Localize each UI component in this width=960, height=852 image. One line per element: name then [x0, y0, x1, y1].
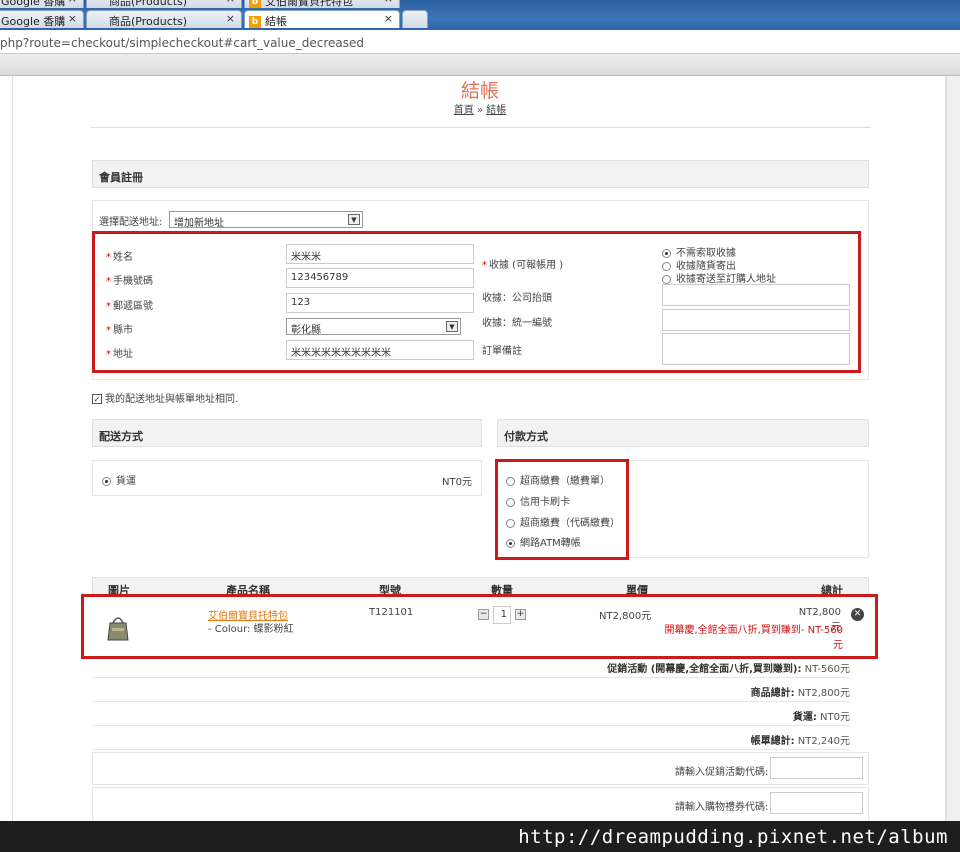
payment-option-credit-card[interactable]: 信用卡刷卡 — [506, 493, 570, 508]
phone-label: * 手機號碼 — [106, 276, 153, 287]
totals-row-discount: 促銷活動 (開幕慶,全館全面八折,買到賺到): NT-560元 — [92, 654, 850, 678]
receipt-label: * 收據 (可報帳用 ) — [482, 260, 564, 271]
discount-note: 開幕慶,全館全面八折,買到賺到- NT-560元 — [664, 625, 843, 651]
zip-label: * 郵遞區號 — [106, 301, 153, 312]
tab-label: Google 香購 — [1, 0, 66, 8]
page-content: 結帳 首頁 » 結帳 會員註冊 選擇配送地址: 增加新地址 ▼ * 姓名 米米米 … — [12, 76, 946, 821]
close-icon[interactable]: × — [384, 12, 393, 25]
same-address-checkbox[interactable]: ✓ 我的配送地址與帳單地址相同. — [92, 390, 238, 405]
decrease-qty-button[interactable]: − — [478, 609, 489, 620]
tab-label: 結帳 — [265, 15, 287, 28]
browser-tab-active[interactable]: b 結帳 × — [244, 10, 400, 28]
radio-icon[interactable] — [506, 497, 515, 507]
close-icon[interactable]: × — [226, 12, 235, 25]
checkbox-checked-icon[interactable]: ✓ — [92, 394, 102, 404]
vertical-scrollbar[interactable] — [946, 76, 960, 821]
zip-field[interactable]: 123 — [286, 293, 474, 313]
order-note-label: 訂單備註 — [482, 346, 522, 357]
radio-icon[interactable] — [506, 518, 515, 528]
browser-tab[interactable]: 商品(Products) × — [86, 10, 242, 28]
address-select[interactable]: 增加新地址 ▼ — [169, 211, 363, 229]
payment-section-header: 付款方式 — [497, 419, 869, 447]
coupon-label: 請輸入促銷活動代碼: — [675, 767, 769, 778]
totals-row-subtotal: 商品總計: NT2,800元 — [92, 678, 850, 702]
order-note-textarea[interactable] — [662, 333, 850, 365]
tab-label: Google 香購 — [1, 15, 66, 28]
quantity-field[interactable]: 1 — [493, 606, 511, 624]
breadcrumb-current-link[interactable]: 結帳 — [486, 105, 506, 116]
address-select-label: 選擇配送地址: — [99, 217, 163, 228]
browser-tab[interactable]: b 艾伯爾寶貝托特包 × — [244, 0, 400, 8]
browser-tab[interactable]: Google 香購 × — [0, 10, 84, 28]
breadcrumb-separator: » — [476, 105, 484, 116]
radio-checked-icon[interactable] — [102, 476, 111, 486]
product-thumbnail[interactable] — [105, 613, 131, 643]
company-title-label: 收據：公司抬頭 — [482, 293, 552, 304]
tab-label: 商品(Products) — [109, 15, 188, 28]
bookmarks-bar — [0, 54, 960, 76]
address-select-value: 增加新地址 — [174, 218, 224, 229]
shipping-option-freight[interactable]: 貨運 — [102, 472, 136, 487]
shipping-panel — [92, 460, 482, 496]
remove-item-icon[interactable]: ✕ — [851, 608, 864, 621]
shipping-section-header: 配送方式 — [92, 419, 482, 447]
close-icon[interactable]: × — [68, 0, 77, 5]
increase-qty-button[interactable]: + — [515, 609, 526, 620]
totals-row-grand-total: 帳單總計: NT2,240元 — [92, 726, 850, 750]
close-icon[interactable]: × — [384, 0, 393, 5]
member-section-header: 會員註冊 — [92, 160, 869, 188]
divider — [91, 127, 871, 128]
chevron-down-icon: ▼ — [348, 214, 360, 225]
site-favicon-icon: b — [249, 16, 261, 28]
chevron-down-icon: ▼ — [446, 321, 458, 332]
close-icon[interactable]: × — [226, 0, 235, 5]
radio-checked-icon[interactable] — [506, 538, 515, 548]
city-select[interactable]: 彰化縣 ▼ — [286, 318, 461, 336]
payment-option-atm[interactable]: 網路ATM轉帳 — [506, 534, 581, 549]
breadcrumb: 首頁 » 結帳 — [13, 101, 947, 116]
radio-icon[interactable] — [662, 274, 671, 284]
watermark-banner: http://dreampudding.pixnet.net/album — [0, 821, 960, 852]
address-bar[interactable]: php?route=checkout/simplecheckout#cart_v… — [0, 30, 960, 54]
browser-tab-bar: Google 香購 × 商品(Products) × b 艾伯爾寶貝托特包 × G… — [0, 0, 960, 30]
radio-icon[interactable] — [506, 476, 515, 486]
close-icon[interactable]: × — [68, 12, 77, 25]
payment-option-store-code[interactable]: 超商繳費（代碼繳費） — [506, 514, 620, 529]
payment-option-store-bill[interactable]: 超商繳費（繳費單） — [506, 472, 610, 487]
shipping-price: NT0元 — [442, 477, 472, 488]
name-field[interactable]: 米米米 — [286, 244, 474, 264]
tab-label: 商品(Products) — [109, 0, 188, 8]
site-favicon-icon: b — [249, 0, 261, 8]
product-unit-price: NT2,800元 — [599, 611, 652, 622]
new-tab-button[interactable] — [402, 10, 428, 28]
company-title-field[interactable] — [662, 284, 850, 306]
city-label: * 縣市 — [106, 325, 133, 336]
tax-id-label: 收據：統一編號 — [482, 318, 552, 329]
address-field[interactable]: 米米米米米米米米米米 — [286, 340, 474, 360]
receipt-option-mail[interactable]: 收據寄送至訂購人地址 — [662, 270, 776, 285]
product-model: T121101 — [369, 607, 414, 618]
product-option: - Colour: 蝶影粉紅 — [208, 624, 294, 635]
tab-label: 艾伯爾寶貝托特包 — [265, 0, 353, 8]
breadcrumb-home-link[interactable]: 首頁 — [454, 105, 474, 116]
browser-tab[interactable]: Google 香購 × — [0, 0, 84, 8]
url-text: php?route=checkout/simplecheckout#cart_v… — [0, 36, 365, 50]
phone-field[interactable]: 123456789 — [286, 268, 474, 288]
voucher-field[interactable] — [770, 792, 863, 814]
page-title: 結帳 — [460, 80, 499, 102]
totals-row-shipping: 貨運: NT0元 — [92, 702, 850, 726]
address-label: * 地址 — [106, 349, 133, 360]
browser-tab[interactable]: 商品(Products) × — [86, 0, 242, 8]
city-select-value: 彰化縣 — [291, 325, 321, 336]
tax-id-field[interactable] — [662, 309, 850, 331]
name-label: * 姓名 — [106, 252, 133, 263]
coupon-field[interactable] — [770, 757, 863, 779]
voucher-label: 請輸入購物禮券代碼: — [675, 802, 769, 813]
